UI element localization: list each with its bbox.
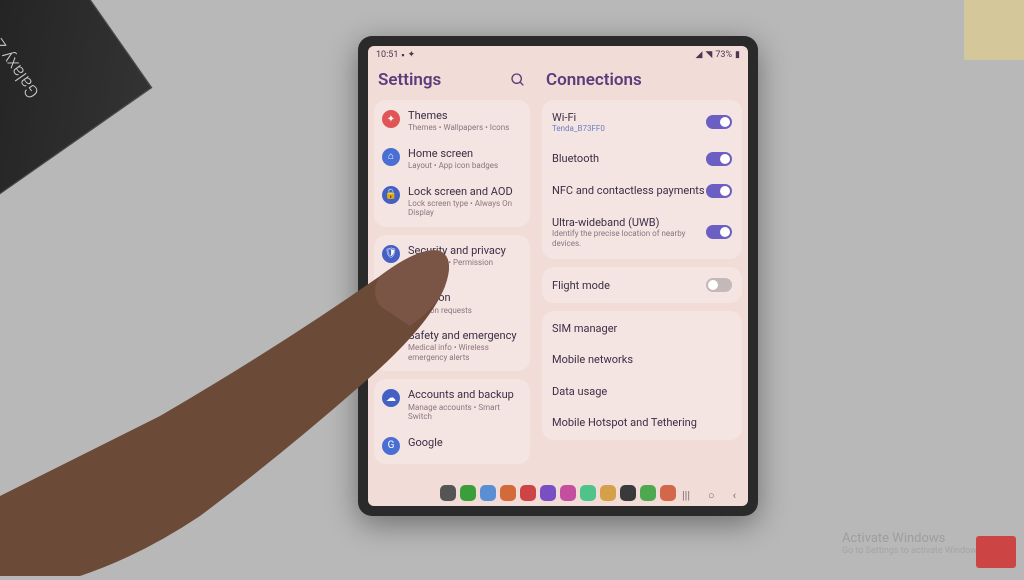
settings-group: ☁ Accounts and backup Manage accounts • … bbox=[374, 379, 530, 463]
settings-master-pane: Settings ✦ Themes Themes • Wallpapers • … bbox=[368, 64, 536, 480]
page-title: Connections bbox=[546, 70, 642, 90]
connection-item[interactable]: Bluetooth bbox=[542, 143, 742, 175]
connection-item-title: Mobile networks bbox=[552, 353, 732, 366]
settings-item[interactable]: ☁ Accounts and backup Manage accounts • … bbox=[374, 381, 530, 428]
connection-item[interactable]: SIM manager bbox=[542, 313, 742, 344]
channel-logo bbox=[976, 536, 1016, 568]
settings-item[interactable]: ⌂ Home screen Layout • App icon badges bbox=[374, 140, 530, 178]
settings-item-title: Home screen bbox=[408, 147, 522, 160]
connection-item[interactable]: Mobile Hotspot and Tethering bbox=[542, 407, 742, 438]
settings-item-icon: ⌂ bbox=[382, 148, 400, 166]
dock-app-icon[interactable] bbox=[560, 485, 576, 501]
notif-icon: ▪ bbox=[401, 50, 404, 61]
settings-item-subtitle: Lock screen type • Always On Display bbox=[408, 199, 522, 218]
connections-toggles-card: Wi-Fi Tenda_B73FF0 Bluetooth NFC and con… bbox=[542, 100, 742, 259]
connection-item[interactable]: Ultra-wideband (UWB) Identify the precis… bbox=[542, 207, 742, 257]
dock-app-icon[interactable] bbox=[660, 485, 676, 501]
clock: 10:51 bbox=[376, 50, 398, 60]
connection-item[interactable]: Mobile networks bbox=[542, 344, 742, 375]
toggle-switch[interactable] bbox=[706, 184, 732, 198]
settings-item[interactable]: 🛡 Security and privacy Biometrics • Perm… bbox=[374, 237, 530, 284]
connection-item[interactable]: Data usage bbox=[542, 376, 742, 407]
settings-group: 🛡 Security and privacy Biometrics • Perm… bbox=[374, 235, 530, 372]
dock-app-icon[interactable] bbox=[580, 485, 596, 501]
settings-item-icon: G bbox=[382, 437, 400, 455]
dock-app-icon[interactable] bbox=[640, 485, 656, 501]
home-button[interactable]: ○ bbox=[708, 489, 715, 502]
connection-item-subtitle: Identify the precise location of nearby … bbox=[552, 229, 706, 248]
settings-item-title: Lock screen and AOD bbox=[408, 185, 522, 198]
settings-item-subtitle: Medical info • Wireless emergency alerts bbox=[408, 343, 522, 362]
connection-item[interactable]: Flight mode bbox=[542, 269, 742, 301]
dock-app-icon[interactable] bbox=[620, 485, 636, 501]
settings-item-title: Security and privacy bbox=[408, 244, 522, 257]
settings-item-title: Safety and emergency bbox=[408, 329, 522, 342]
dock-app-icon[interactable] bbox=[480, 485, 496, 501]
dock-app-icon[interactable] bbox=[540, 485, 556, 501]
settings-item[interactable]: ! Safety and emergency Medical info • Wi… bbox=[374, 322, 530, 369]
settings-item-title: Accounts and backup bbox=[408, 388, 522, 401]
connection-item-subtitle: Tenda_B73FF0 bbox=[552, 124, 706, 134]
settings-item-subtitle: Manage accounts • Smart Switch bbox=[408, 403, 522, 422]
toggle-switch[interactable] bbox=[706, 115, 732, 129]
dock-app-icon[interactable] bbox=[460, 485, 476, 501]
connection-item-title: NFC and contactless payments bbox=[552, 184, 706, 197]
bg-object bbox=[964, 0, 1024, 60]
device-frame: 10:51 ▪ ✦ ◢ ◥ 73% ▮ Settings ✦ bbox=[358, 36, 758, 516]
settings-item-icon: 🛡 bbox=[382, 245, 400, 263]
connection-item-title: Data usage bbox=[552, 385, 732, 398]
settings-item-title: Google bbox=[408, 436, 522, 449]
battery-label: 73% bbox=[715, 50, 732, 60]
settings-item[interactable]: G Google bbox=[374, 429, 530, 462]
dock-app-icon[interactable] bbox=[600, 485, 616, 501]
device-screen: 10:51 ▪ ✦ ◢ ◥ 73% ▮ Settings ✦ bbox=[368, 46, 748, 506]
toggle-switch[interactable] bbox=[706, 225, 732, 239]
settings-item-icon: ☁ bbox=[382, 389, 400, 407]
settings-item[interactable]: 🔒 Lock screen and AOD Lock screen type •… bbox=[374, 178, 530, 225]
toggle-switch[interactable] bbox=[706, 152, 732, 166]
settings-item-icon: 🔒 bbox=[382, 186, 400, 204]
dock-app-icon[interactable] bbox=[520, 485, 536, 501]
settings-item-subtitle: Themes • Wallpapers • Icons bbox=[408, 123, 522, 133]
connection-item-title: Bluetooth bbox=[552, 152, 706, 165]
settings-item-title: Location bbox=[408, 291, 522, 304]
flight-mode-card: Flight mode bbox=[542, 267, 742, 303]
notif-icon: ✦ bbox=[408, 50, 416, 60]
settings-group: ✦ Themes Themes • Wallpapers • Icons ⌂ H… bbox=[374, 100, 530, 227]
product-box: Galaxy Z Fold6 bbox=[0, 0, 152, 202]
settings-item-title: Themes bbox=[408, 109, 522, 122]
connection-item[interactable]: NFC and contactless payments bbox=[542, 175, 742, 207]
box-label: Galaxy Z Fold6 bbox=[0, 0, 44, 102]
connection-item-title: Mobile Hotspot and Tethering bbox=[552, 416, 732, 429]
signal-icon: ◢ bbox=[695, 50, 702, 60]
wifi-icon: ◥ bbox=[705, 50, 712, 60]
recents-button[interactable]: ||| bbox=[682, 489, 690, 502]
settings-item-subtitle: Location requests bbox=[408, 306, 522, 316]
settings-item-subtitle: Biometrics • Permission manager bbox=[408, 258, 522, 277]
settings-item-icon: 📍 bbox=[382, 292, 400, 310]
toggle-switch[interactable] bbox=[706, 278, 732, 292]
back-button[interactable]: ‹ bbox=[733, 489, 736, 502]
status-bar: 10:51 ▪ ✦ ◢ ◥ 73% ▮ bbox=[368, 46, 748, 64]
connections-list-card: SIM manager Mobile networks Data usage M… bbox=[542, 311, 742, 440]
settings-item-icon: ✦ bbox=[382, 110, 400, 128]
os-watermark: Activate Windows Go to Settings to activ… bbox=[842, 531, 984, 556]
connection-item-title: Wi-Fi bbox=[552, 111, 706, 124]
settings-item-subtitle: Layout • App icon badges bbox=[408, 161, 522, 171]
settings-item[interactable]: 📍 Location Location requests bbox=[374, 284, 530, 322]
connection-item-title: SIM manager bbox=[552, 322, 732, 335]
settings-item-icon: ! bbox=[382, 330, 400, 348]
settings-item[interactable]: ✦ Themes Themes • Wallpapers • Icons bbox=[374, 102, 530, 140]
connection-item[interactable]: Wi-Fi Tenda_B73FF0 bbox=[542, 102, 742, 143]
dock-app-icon[interactable] bbox=[500, 485, 516, 501]
connection-item-title: Ultra-wideband (UWB) bbox=[552, 216, 706, 229]
connections-detail-pane: Connections Wi-Fi Tenda_B73FF0 Bluetooth… bbox=[536, 64, 748, 480]
page-title: Settings bbox=[378, 70, 441, 90]
dock-app-icon[interactable] bbox=[440, 485, 456, 501]
battery-icon: ▮ bbox=[735, 50, 740, 60]
navigation-bar: ||| ○ ‹ bbox=[682, 489, 736, 502]
connection-item-title: Flight mode bbox=[552, 279, 706, 292]
search-button[interactable] bbox=[510, 72, 526, 88]
